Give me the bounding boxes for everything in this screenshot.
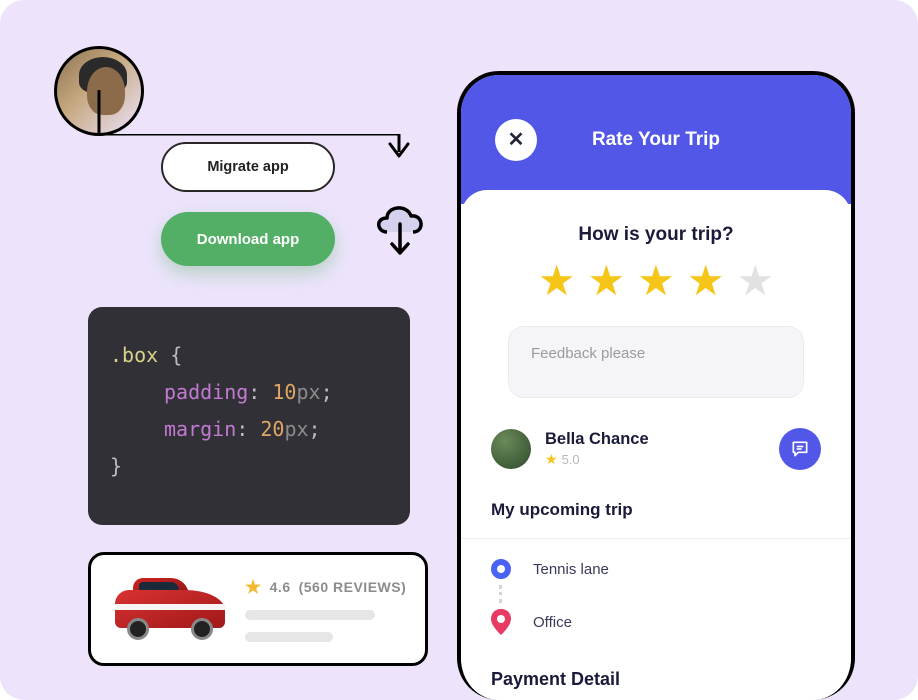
star-5[interactable]: ★	[736, 260, 774, 302]
driver-name: Bella Chance	[545, 430, 765, 449]
route-dots-icon	[499, 585, 821, 603]
driver-rating: ★ 5.0	[545, 451, 765, 468]
destination-pin-icon	[491, 609, 511, 635]
product-card: ★ 4.6 (560 REVIEWS)	[88, 552, 428, 666]
rate-question: How is your trip?	[491, 224, 821, 246]
product-rating-value: 4.6	[270, 579, 291, 595]
skeleton-line	[245, 610, 375, 620]
close-icon: ✕	[508, 127, 525, 152]
star-1[interactable]: ★	[538, 260, 576, 302]
rating-stars: ★ ★ ★ ★ ★	[491, 260, 821, 302]
download-app-button[interactable]: Download app	[161, 212, 335, 266]
trip-origin-row: Tennis lane	[491, 553, 821, 585]
css-prop-1: padding	[164, 380, 248, 404]
product-rating: ★ 4.6 (560 REVIEWS)	[245, 577, 407, 598]
css-unit-2: px	[284, 417, 308, 441]
css-val-1: 10	[272, 380, 296, 404]
star-2[interactable]: ★	[588, 260, 626, 302]
driver-row: Bella Chance ★ 5.0	[491, 428, 821, 470]
feedback-placeholder: Feedback please	[531, 345, 645, 362]
cloud-download-icon	[367, 196, 433, 262]
feedback-input[interactable]: Feedback please	[508, 326, 804, 398]
product-review-count: (560 REVIEWS)	[299, 579, 407, 595]
chat-icon	[790, 439, 810, 459]
driver-rating-value: 5.0	[562, 452, 580, 467]
css-val-2: 20	[260, 417, 284, 441]
driver-avatar	[491, 429, 531, 469]
close-button[interactable]: ✕	[495, 119, 537, 161]
star-3[interactable]: ★	[637, 260, 675, 302]
migrate-app-button[interactable]: Migrate app	[161, 142, 335, 192]
star-icon: ★	[545, 451, 558, 468]
phone-header: ✕ Rate Your Trip	[461, 75, 851, 204]
phone-mockup: ✕ Rate Your Trip How is your trip? ★ ★ ★…	[457, 71, 855, 700]
flow-arrow-stem-icon	[97, 90, 101, 136]
chat-button[interactable]	[779, 428, 821, 470]
css-prop-2: margin	[164, 417, 236, 441]
origin-label: Tennis lane	[533, 561, 609, 578]
car-image	[109, 572, 231, 646]
migrate-label: Migrate app	[207, 159, 288, 175]
upcoming-trip-header: My upcoming trip	[491, 500, 821, 520]
css-code-block: .box { padding: 10px; margin: 20px; }	[88, 307, 410, 525]
download-label: Download app	[197, 231, 300, 248]
star-icon: ★	[245, 577, 262, 598]
origin-pin-icon	[491, 559, 511, 579]
destination-label: Office	[533, 614, 572, 631]
skeleton-line	[245, 632, 333, 642]
trip-destination-row: Office	[491, 603, 821, 641]
css-selector: .box	[110, 343, 158, 367]
trip-list: Tennis lane Office	[461, 538, 851, 641]
star-4[interactable]: ★	[687, 260, 725, 302]
payment-detail-header: Payment Detail	[491, 669, 821, 690]
css-unit-1: px	[296, 380, 320, 404]
